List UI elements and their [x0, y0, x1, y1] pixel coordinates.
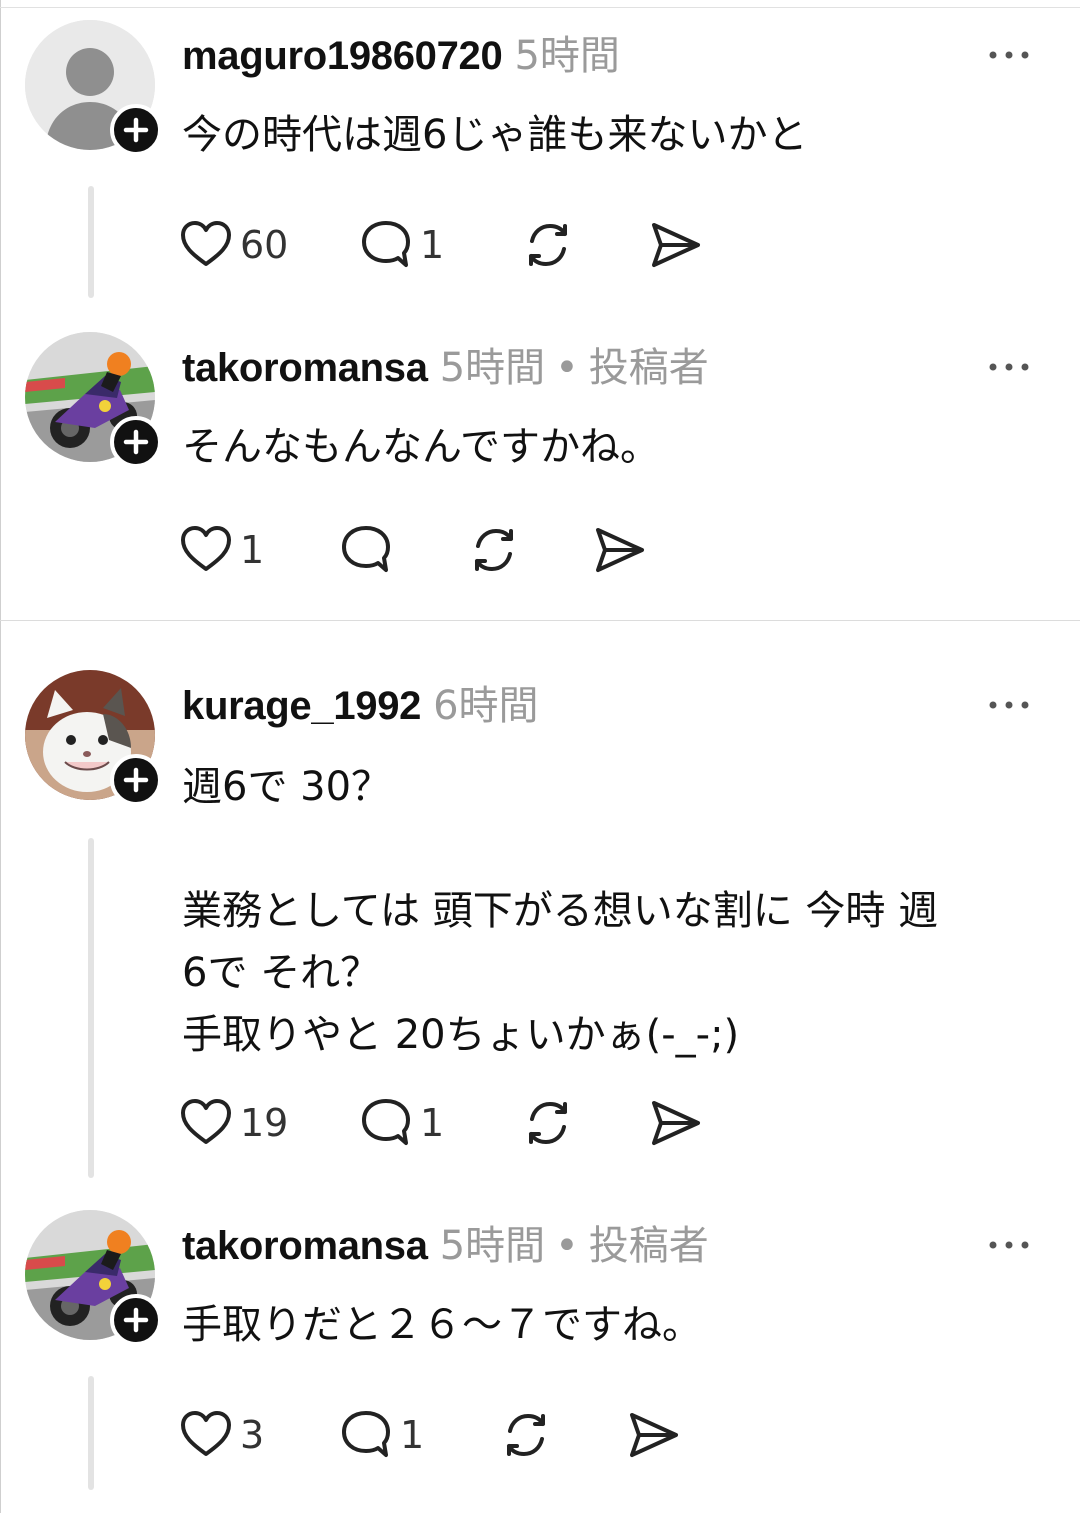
like-button[interactable]: 19 [178, 1093, 288, 1153]
plus-icon [123, 429, 149, 455]
plus-icon [123, 117, 149, 143]
reply-button[interactable]: 1 [358, 215, 444, 275]
author-tag: 投稿者 [588, 1223, 709, 1269]
share-button[interactable] [648, 1093, 704, 1153]
like-count: 19 [240, 1101, 289, 1145]
share-button[interactable] [648, 215, 704, 275]
repost-icon [529, 1102, 567, 1144]
like-count: 60 [240, 223, 289, 267]
like-button[interactable]: 3 [178, 1405, 264, 1465]
post-text: そんなもんなんですかね。 [182, 424, 660, 470]
separator-dot: • [555, 1223, 579, 1269]
post-takoromansa-2: takoromansa 5時間 • 投稿者 手取りだと２６～７ですね。 3 1 [0, 1210, 1080, 1510]
follow-button[interactable] [110, 754, 162, 806]
timestamp: 5時間 [439, 345, 546, 391]
repost-button[interactable] [520, 215, 576, 275]
comment-bubble-icon [362, 221, 410, 267]
repost-button[interactable] [520, 1093, 576, 1153]
post-text: 手取りだと２６～７ですね。 [182, 1302, 702, 1348]
repost-icon [475, 529, 513, 571]
separator-dot: • [555, 345, 579, 391]
repost-icon [529, 224, 567, 266]
plus-icon [123, 1307, 149, 1333]
follow-button[interactable] [110, 1294, 162, 1346]
send-icon [652, 223, 700, 267]
username[interactable]: maguro19860720 [182, 34, 503, 78]
reply-button[interactable]: 1 [338, 1405, 424, 1465]
thread-line [88, 186, 94, 298]
action-bar: 3 1 [178, 1405, 698, 1465]
like-button[interactable]: 1 [178, 520, 264, 580]
repost-button[interactable] [498, 1405, 554, 1465]
follow-button[interactable] [110, 104, 162, 156]
action-bar: 60 1 [178, 215, 738, 275]
thread-line [88, 1376, 94, 1490]
comment-bubble-icon [342, 1411, 390, 1457]
repost-icon [507, 1414, 545, 1456]
username[interactable]: kurage_1992 [182, 684, 421, 728]
like-count: 3 [240, 1413, 265, 1457]
action-bar: 19 1 [178, 1093, 738, 1153]
more-options-icon[interactable] [986, 360, 1032, 374]
post-header: takoromansa 5時間 • 投稿者 [182, 1220, 709, 1272]
more-options-icon[interactable] [986, 698, 1032, 712]
timestamp: 6時間 [433, 683, 539, 729]
share-button[interactable] [626, 1405, 682, 1465]
post-takoromansa-1: takoromansa 5時間 • 投稿者 そんなもんなんですかね。 1 [0, 332, 1080, 602]
share-button[interactable] [592, 520, 648, 580]
heart-icon [181, 526, 231, 571]
more-options-icon[interactable] [986, 48, 1032, 62]
heart-icon [181, 1099, 231, 1144]
comment-bubble-icon [362, 1099, 410, 1145]
plus-icon [123, 767, 149, 793]
more-options-icon[interactable] [986, 1238, 1032, 1252]
post-maguro: maguro19860720 5時間 今の時代は週6じゃ誰も来ないかと 60 1 [0, 20, 1080, 310]
reply-count: 1 [420, 223, 445, 267]
send-icon [596, 528, 644, 572]
repost-button[interactable] [466, 520, 522, 580]
reply-button[interactable]: 1 [358, 1093, 444, 1153]
post-text: 週6で 30？ 業務としては 頭下がる想いな割に 今時 週 6で それ？ 手取り… [182, 764, 939, 1058]
post-header: maguro19860720 5時間 [182, 30, 620, 82]
heart-icon [181, 221, 231, 266]
top-divider [0, 7, 1080, 8]
follow-button[interactable] [110, 416, 162, 468]
thread-divider [0, 620, 1080, 621]
thread-line [88, 838, 94, 1178]
send-icon [630, 1413, 678, 1457]
post-text: 今の時代は週6じゃ誰も来ないかと [182, 112, 808, 158]
post-header: takoromansa 5時間 • 投稿者 [182, 342, 709, 394]
timestamp: 5時間 [514, 33, 620, 79]
reply-count: 1 [400, 1413, 425, 1457]
username[interactable]: takoromansa [182, 346, 428, 390]
comment-bubble-icon [342, 526, 390, 572]
username[interactable]: takoromansa [182, 1224, 428, 1268]
action-bar: 1 [178, 520, 698, 580]
send-icon [652, 1101, 700, 1145]
post-kurage: kurage_1992 6時間 週6で 30？ 業務としては 頭下がる想いな割に … [0, 670, 1080, 1180]
post-header: kurage_1992 6時間 [182, 680, 539, 732]
timestamp: 5時間 [439, 1223, 546, 1269]
reply-count: 1 [420, 1101, 445, 1145]
reply-button[interactable] [338, 520, 394, 580]
like-count: 1 [240, 528, 265, 572]
like-button[interactable]: 60 [178, 215, 288, 275]
heart-icon [181, 1411, 231, 1456]
author-tag: 投稿者 [588, 345, 709, 391]
